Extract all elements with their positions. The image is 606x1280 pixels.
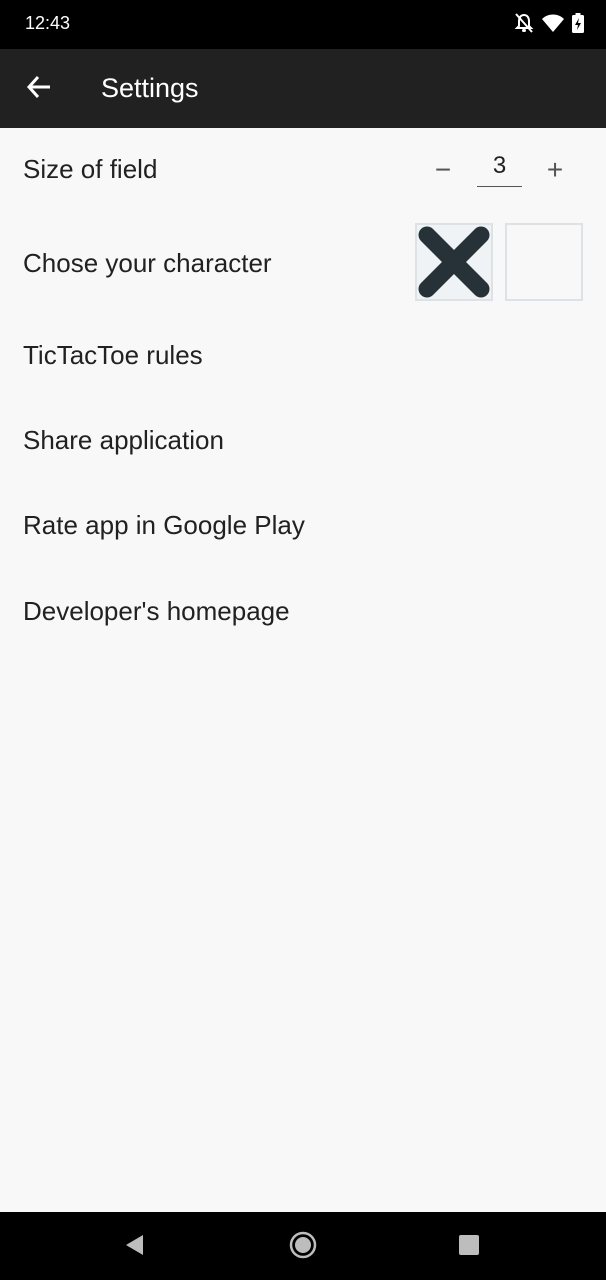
recents-square-icon	[458, 1234, 480, 1261]
nav-recents-button[interactable]	[452, 1230, 486, 1264]
increase-size-button[interactable]: +	[535, 150, 575, 190]
status-bar: 12:43	[0, 0, 606, 49]
home-circle-icon	[289, 1231, 317, 1264]
nav-home-button[interactable]	[286, 1230, 320, 1264]
developer-homepage-item[interactable]: Developer's homepage	[23, 596, 290, 627]
arrow-left-icon	[26, 74, 52, 105]
tictactoe-rules-item[interactable]: TicTacToe rules	[23, 340, 203, 371]
battery-charging-icon	[572, 13, 584, 33]
minus-icon: −	[434, 154, 452, 185]
status-icons	[514, 12, 584, 34]
wifi-icon	[542, 14, 564, 32]
plus-icon: +	[546, 154, 564, 185]
app-bar: Settings	[0, 49, 606, 128]
size-value[interactable]: 3	[477, 152, 522, 187]
notifications-off-icon	[514, 12, 534, 34]
character-option-cross[interactable]	[415, 223, 493, 301]
rate-app-item[interactable]: Rate app in Google Play	[23, 510, 305, 541]
decrease-size-button[interactable]: −	[423, 150, 463, 190]
size-of-field-label: Size of field	[23, 154, 158, 184]
share-application-item[interactable]: Share application	[23, 425, 224, 456]
character-option-circle[interactable]	[505, 223, 583, 301]
back-button[interactable]	[14, 64, 64, 114]
navigation-bar	[0, 1212, 606, 1280]
x-mark-icon	[417, 226, 491, 303]
character-label: Chose your character	[23, 248, 272, 278]
back-triangle-icon	[123, 1233, 145, 1262]
page-title: Settings	[101, 73, 199, 103]
status-time: 12:43	[25, 13, 71, 33]
nav-back-button[interactable]	[117, 1230, 151, 1264]
